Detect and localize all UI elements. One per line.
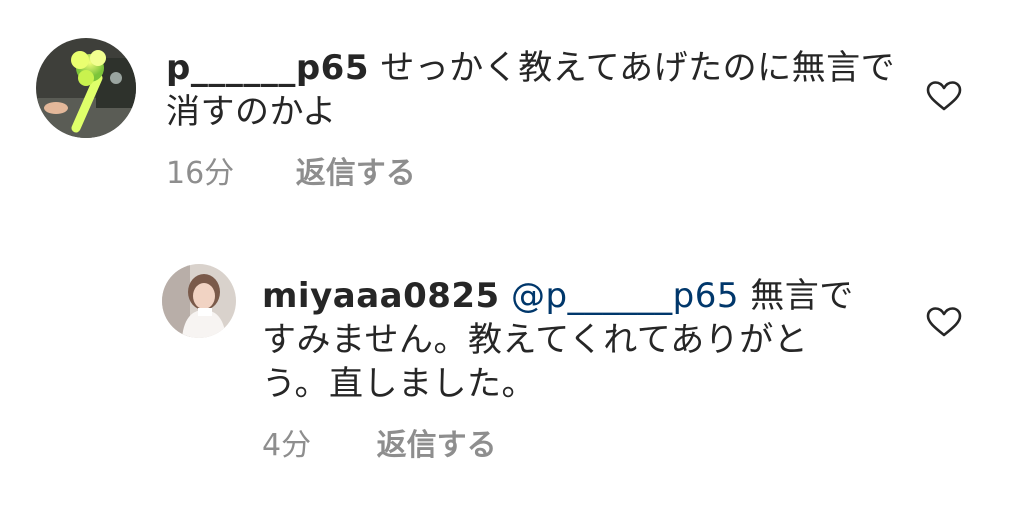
avatar-glowstick-icon (36, 38, 136, 138)
comment-username[interactable]: miyaaa0825 (262, 276, 500, 316)
comment-meta: 16分 返信する (166, 156, 416, 192)
like-button[interactable] (926, 80, 962, 112)
reply-button[interactable]: 返信する (377, 428, 497, 463)
user-avatar[interactable] (36, 38, 136, 138)
comment-body: p______p65 せっかく教えてあげたのに無言で消すのかよ (166, 46, 906, 134)
comment-meta: 4分 返信する (262, 428, 497, 464)
comment-body: miyaaa0825 @p______p65 無言ですみません。教えてくれてあり… (262, 274, 872, 406)
comment-item: p______p65 せっかく教えてあげたのに無言で消すのかよ 16分 返信する (0, 0, 1024, 210)
like-button[interactable] (926, 306, 962, 338)
comment-username[interactable]: p______p65 (166, 48, 369, 88)
comments-panel: p______p65 せっかく教えてあげたのに無言で消すのかよ 16分 返信する (0, 0, 1024, 512)
reply-button[interactable]: 返信する (296, 156, 416, 191)
heart-outline-icon (926, 81, 962, 111)
reply-comment-item: miyaaa0825 @p______p65 無言ですみません。教えてくれてあり… (0, 240, 1024, 500)
comment-time: 16分 (166, 156, 235, 191)
comment-time: 4分 (262, 428, 312, 463)
user-avatar[interactable] (162, 264, 236, 338)
heart-outline-icon (926, 307, 962, 337)
mention-link[interactable]: @p______p65 (511, 276, 739, 316)
avatar-person-icon (162, 264, 236, 338)
